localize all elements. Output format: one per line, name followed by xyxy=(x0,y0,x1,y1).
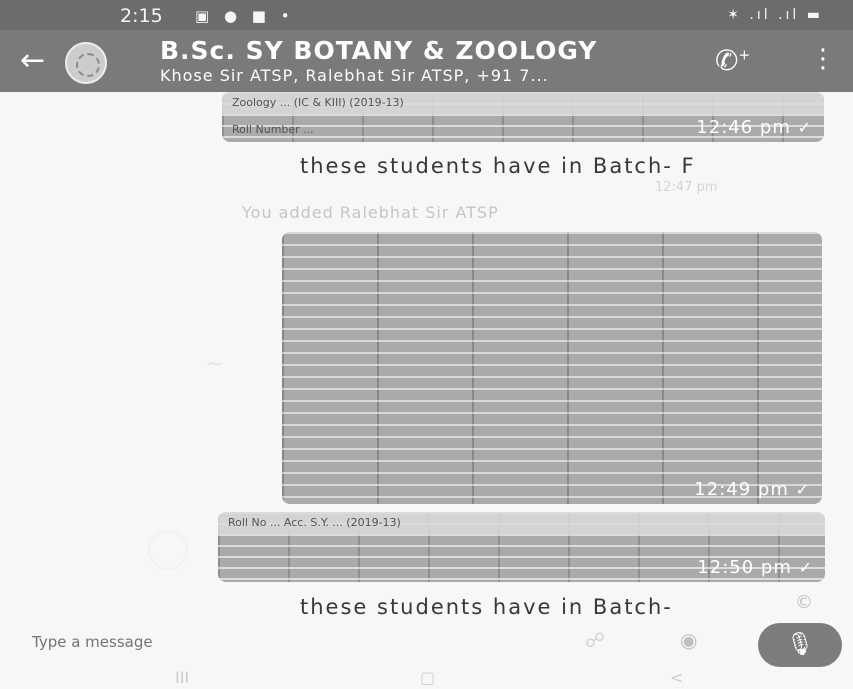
mic-button[interactable]: 🎙 xyxy=(758,623,842,667)
sent-tick-icon: ✓ xyxy=(795,480,810,499)
document-photo xyxy=(282,232,822,504)
message-time: 12:49 pm ✓ xyxy=(694,479,810,500)
group-avatar[interactable] xyxy=(65,42,107,84)
status-time: 2:15 xyxy=(120,5,163,27)
group-members[interactable]: Khose Sir ATSP, Ralebhat Sir ATSP, +91 7… xyxy=(160,66,549,85)
chat-header: ← B.Sc. SY BOTANY & ZOOLOGY Khose Sir AT… xyxy=(0,30,853,92)
document-header-text: Zoology ... (IC & KIII) (2019-13) xyxy=(222,92,824,114)
attach-icon[interactable]: ☍ xyxy=(585,628,605,652)
image-message[interactable]: Zoology ... (IC & KIII) (2019-13) Roll N… xyxy=(222,92,824,142)
text-message[interactable]: these students have in Batch- xyxy=(300,595,673,619)
text-message[interactable]: these students have in Batch- F xyxy=(300,154,696,178)
document-header-text: Roll No ... Acc. S.Y. ... (2019-13) xyxy=(218,512,825,534)
sent-tick-icon: ✓ xyxy=(798,558,813,577)
message-time: 12:50 pm ✓ xyxy=(697,557,813,578)
document-row-text: Roll Number ... xyxy=(232,123,314,136)
recent-apps-button[interactable]: III xyxy=(175,668,189,687)
message-time: 12:47 pm xyxy=(655,180,718,195)
notification-icons: ▣ ● ■ • xyxy=(195,7,295,25)
sent-tick-icon: ✓ xyxy=(797,118,812,137)
group-name[interactable]: B.Sc. SY BOTANY & ZOOLOGY xyxy=(160,36,597,65)
message-input[interactable] xyxy=(30,628,674,656)
microphone-icon: 🎙 xyxy=(786,632,814,657)
home-button[interactable]: ▢ xyxy=(420,668,435,687)
image-message[interactable]: Roll No ... Acc. S.Y. ... (2019-13) 12:5… xyxy=(218,512,825,582)
add-call-icon[interactable]: ✆+ xyxy=(715,44,750,77)
image-message[interactable]: 12:49 pm ✓ xyxy=(282,232,822,504)
more-options-icon[interactable]: ⋮ xyxy=(810,44,836,74)
back-arrow-icon[interactable]: ← xyxy=(20,43,45,78)
message-time: 12:46 pm ✓ xyxy=(696,117,812,138)
signal-battery-icons: ✶ .ıl .ıl ▬ xyxy=(727,7,823,23)
navigation-bar: III ▢ < xyxy=(0,668,853,689)
message-input-bar: ☍ ◉ xyxy=(0,620,853,662)
system-message: You added Ralebhat Sir ATSP xyxy=(242,203,499,222)
status-bar: 2:15 ▣ ● ■ • ✶ .ıl .ıl ▬ xyxy=(0,0,853,30)
camera-icon[interactable]: ◉ xyxy=(680,628,697,652)
back-button[interactable]: < xyxy=(670,668,683,687)
scroll-down-icon[interactable]: © xyxy=(795,592,813,613)
faded-text: ~ xyxy=(205,352,224,377)
faded-emoji-icon xyxy=(148,530,188,570)
